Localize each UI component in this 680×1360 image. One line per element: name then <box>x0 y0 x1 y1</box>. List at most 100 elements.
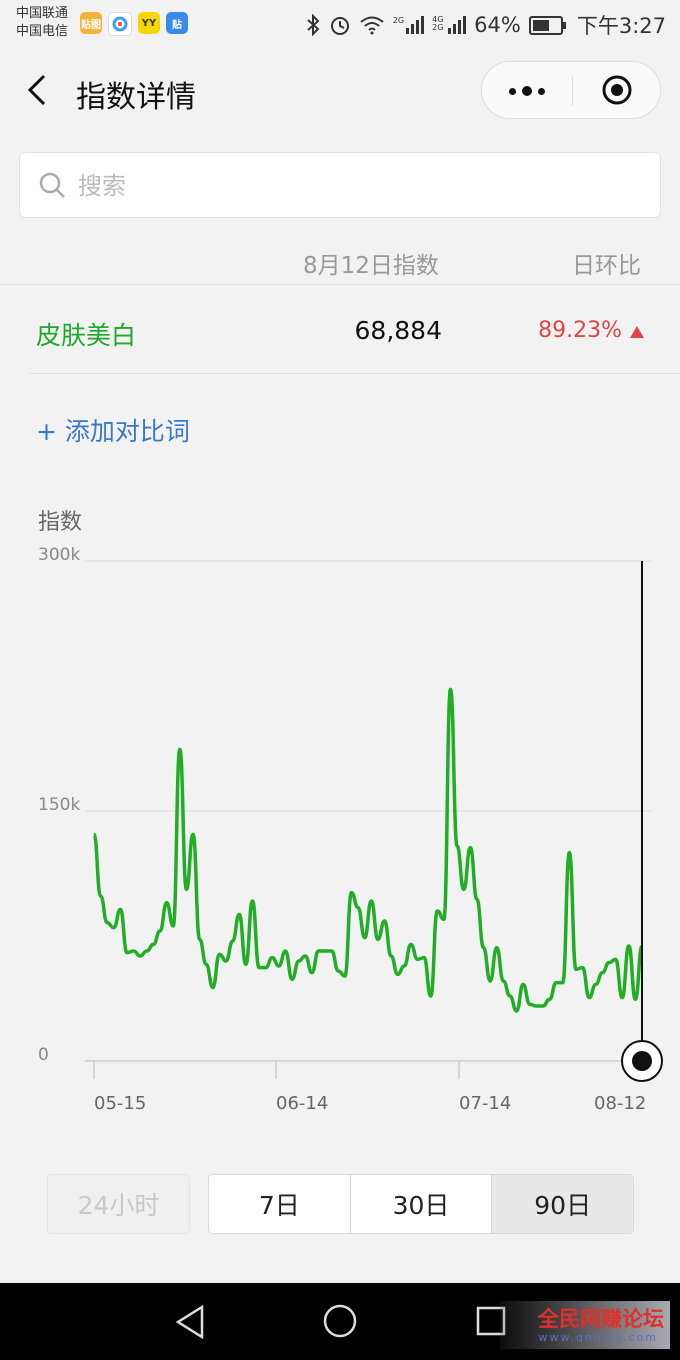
data-point <box>93 833 95 835</box>
app-icon-1: 贴图 <box>80 12 102 34</box>
data-point <box>278 965 280 967</box>
data-point <box>119 908 121 910</box>
data-point <box>588 997 590 999</box>
data-point <box>291 978 293 980</box>
data-point <box>344 975 346 977</box>
data-point <box>575 968 577 970</box>
data-point <box>469 847 471 849</box>
x-tick-label: 07-14 <box>459 1093 511 1114</box>
series-line <box>92 687 644 1013</box>
data-point <box>595 983 597 985</box>
up-triangle-icon <box>630 326 644 338</box>
data-point <box>218 953 220 955</box>
capsule-divider <box>572 76 573 106</box>
data-point <box>152 943 154 945</box>
notification-icons: 贴图 YY 贴 <box>80 12 188 36</box>
data-point <box>608 962 610 964</box>
search-input[interactable] <box>76 163 640 209</box>
daily-change: 89.23% <box>538 318 622 343</box>
alarm-icon <box>330 17 349 35</box>
carrier-info: 中国联通 中国电信 <box>16 5 68 41</box>
signal-icon-1: 2G <box>393 16 425 34</box>
index-trend-chart[interactable]: 300k 150k 0 05-15 06-14 07-14 08-12 <box>0 540 680 1120</box>
data-point <box>271 957 273 959</box>
data-point <box>476 898 478 900</box>
chart-y-axis-title: 指数 <box>38 510 83 535</box>
signal-icon-2: 4G 2G <box>432 16 467 34</box>
data-point <box>436 910 438 912</box>
data-point <box>621 997 623 999</box>
data-point <box>251 900 253 902</box>
data-point <box>364 937 366 939</box>
more-button[interactable] <box>482 62 572 120</box>
data-point <box>159 930 161 932</box>
data-point <box>317 950 319 952</box>
add-compare-link[interactable]: + 添加对比词 <box>36 412 190 448</box>
data-point <box>384 920 386 922</box>
data-point <box>568 852 570 854</box>
range-7d-button[interactable]: 7日 <box>209 1175 351 1233</box>
x-tick-label: 05-15 <box>94 1093 146 1114</box>
mini-program-capsule <box>481 61 661 119</box>
data-point <box>133 950 135 952</box>
data-point <box>179 748 181 750</box>
range-24h-button[interactable]: 24小时 <box>47 1174 190 1234</box>
carrier-2: 中国电信 <box>16 24 69 39</box>
data-point <box>502 980 504 982</box>
data-point <box>601 972 603 974</box>
data-point <box>126 952 128 954</box>
y-tick-label: 300k <box>38 545 80 565</box>
watermark-title: 全民网赚论坛 <box>538 1307 664 1331</box>
data-point <box>166 902 168 904</box>
data-point <box>456 845 458 847</box>
wifi-icon <box>360 16 384 35</box>
data-point <box>417 958 419 960</box>
home-circle-icon[interactable] <box>322 1303 358 1339</box>
data-point <box>238 913 240 915</box>
data-point <box>509 995 511 997</box>
data-point <box>463 888 465 890</box>
data-point <box>390 955 392 957</box>
data-point <box>357 907 359 909</box>
data-point <box>337 970 339 972</box>
data-point <box>311 972 313 974</box>
data-point <box>185 888 187 890</box>
data-point <box>562 982 564 984</box>
camera-app-icon <box>108 12 132 36</box>
back-triangle-icon[interactable] <box>172 1303 206 1341</box>
data-point <box>232 940 234 942</box>
data-point <box>100 895 102 897</box>
data-point <box>324 950 326 952</box>
data-point <box>265 967 267 969</box>
target-circle-icon[interactable] <box>602 75 632 105</box>
data-point <box>582 967 584 969</box>
watermark-url: www.qmceo.com <box>538 1331 658 1344</box>
data-point <box>106 922 108 924</box>
data-point <box>258 967 260 969</box>
bluetooth-icon <box>307 14 320 36</box>
data-point <box>331 950 333 952</box>
yy-app-icon: YY <box>138 12 160 34</box>
keyword-term: 皮肤美白 <box>36 321 137 350</box>
search-bar[interactable] <box>19 152 661 218</box>
data-point <box>350 892 352 894</box>
data-point <box>489 980 491 982</box>
range-90d-button[interactable]: 90日 <box>492 1175 633 1233</box>
data-point <box>284 950 286 952</box>
y-tick-label: 150k <box>38 795 80 815</box>
back-arrow-icon[interactable] <box>24 72 54 108</box>
data-point <box>555 982 557 984</box>
data-point <box>483 947 485 949</box>
data-point <box>522 983 524 985</box>
data-point <box>146 950 148 952</box>
data-point <box>192 833 194 835</box>
status-bar: 中国联通 中国电信 贴图 YY 贴 2G 4G 2G 64% 下午3:27 <box>0 0 680 46</box>
more-dots-icon <box>509 87 516 95</box>
range-30d-button[interactable]: 30日 <box>350 1175 493 1233</box>
status-right: 2G 4G 2G 64% 下午3:27 <box>305 10 666 40</box>
clock: 下午3:27 <box>576 14 666 38</box>
data-point <box>549 998 551 1000</box>
table-row[interactable]: 皮肤美白 68,884 89.23% <box>30 286 680 374</box>
data-point <box>139 955 141 957</box>
data-point <box>370 900 372 902</box>
